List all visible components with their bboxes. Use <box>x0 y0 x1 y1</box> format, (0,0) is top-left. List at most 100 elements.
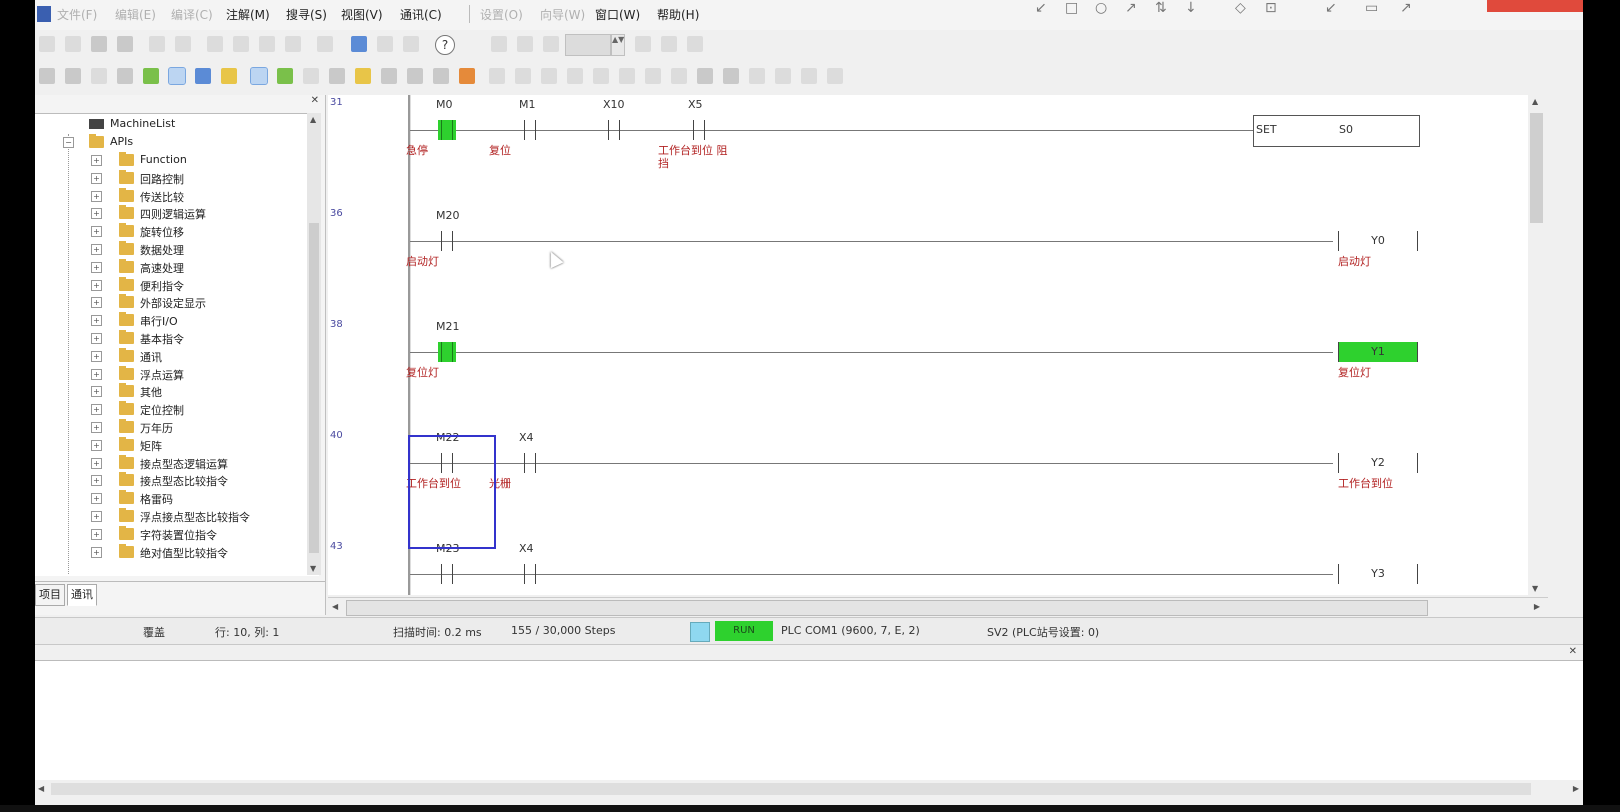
ladder-tool-29-icon[interactable] <box>775 68 791 84</box>
coil-y2[interactable]: Y2 <box>1338 453 1418 473</box>
ladder-tool-12-icon[interactable] <box>329 68 345 84</box>
expand-icon[interactable]: + <box>91 493 102 505</box>
menu-settings[interactable]: 设置(O) <box>480 6 523 23</box>
output-horizontal-scrollbar[interactable]: ◀ ▶ <box>35 780 1583 798</box>
expand-icon[interactable]: + <box>91 155 102 166</box>
title-icon-6[interactable]: ↓ <box>1185 0 1197 16</box>
scroll-right-icon[interactable]: ▶ <box>1573 784 1579 793</box>
expand-icon[interactable]: + <box>91 226 102 238</box>
title-icon-3[interactable]: ○ <box>1095 0 1107 16</box>
arrow-icon[interactable]: ↗ <box>1400 0 1412 16</box>
expand-icon[interactable]: + <box>91 172 102 184</box>
tree-node-folder[interactable]: + 高速处理 <box>35 258 315 276</box>
ladder-horizontal-scrollbar[interactable]: ◀ ▶ <box>328 597 1548 616</box>
print-icon[interactable] <box>117 36 133 52</box>
tool-c-icon[interactable] <box>543 36 559 52</box>
contact-m23[interactable] <box>438 564 456 584</box>
tree-node-folder[interactable]: + 其他 <box>35 383 315 400</box>
expand-icon[interactable]: + <box>91 386 102 398</box>
ladder-vertical-scrollbar[interactable]: ▲ ▼ <box>1528 95 1545 595</box>
redo-icon[interactable] <box>175 36 191 52</box>
tree-node-folder[interactable]: + 绝对值型比较指令 <box>35 543 315 561</box>
ladder-tool-18-icon[interactable] <box>489 68 505 84</box>
scroll-left-icon[interactable]: ◀ <box>38 784 44 793</box>
contact-x4[interactable] <box>521 564 539 584</box>
collapse-icon[interactable]: − <box>63 137 74 148</box>
ladder-tool-8-icon[interactable] <box>221 68 237 84</box>
ladder-tool-15-icon[interactable] <box>407 68 423 84</box>
ladder-tool-26-icon[interactable] <box>697 68 713 84</box>
menu-view[interactable]: 视图(V) <box>341 6 383 23</box>
menu-search[interactable]: 搜寻(S) <box>286 6 327 23</box>
undo-icon[interactable] <box>149 36 165 52</box>
expand-icon[interactable]: + <box>91 368 102 380</box>
expand-icon[interactable]: + <box>91 439 102 451</box>
ladder-tool-7-icon[interactable] <box>195 68 211 84</box>
title-icon-4[interactable]: ↗ <box>1125 0 1137 16</box>
coil-y1[interactable]: Y1 <box>1338 342 1418 362</box>
contact-m0[interactable] <box>438 120 456 140</box>
expand-icon[interactable]: + <box>91 475 102 487</box>
tree-node-folder[interactable]: + 接点型态逻辑运算 <box>35 454 315 472</box>
ladder-tool-3-icon[interactable] <box>91 68 107 84</box>
title-icon-1[interactable]: ↙ <box>1035 0 1047 16</box>
tree-node-folder[interactable]: + 字符装置位指令 <box>35 525 315 543</box>
tree-node-folder[interactable]: + Function <box>35 152 315 169</box>
sort-icon[interactable] <box>317 36 333 52</box>
expand-icon[interactable]: + <box>91 350 102 362</box>
contact-x10[interactable] <box>605 120 623 140</box>
ladder-tool-27-icon[interactable] <box>723 68 739 84</box>
coil-y0[interactable]: Y0 <box>1338 231 1418 251</box>
tree-node-folder[interactable]: + 旋转位移 <box>35 223 315 240</box>
tree-node-folder[interactable]: + 定位控制 <box>35 401 315 418</box>
menu-communication[interactable]: 通讯(C) <box>400 6 442 23</box>
ladder-editor[interactable]: 31 M0 急停 M1 复位 X10 X5 工作台到位 阻挡 SET S0 36 M20 启动灯 Y0 启动… <box>328 95 1528 595</box>
scroll-down-icon[interactable]: ▼ <box>310 564 316 573</box>
menu-help[interactable]: 帮助(H) <box>657 6 699 23</box>
restore-icon[interactable]: ▭ <box>1365 0 1378 16</box>
ladder-tool-11-icon[interactable] <box>303 68 319 84</box>
new-file-icon[interactable] <box>39 36 55 52</box>
tree-node-folder[interactable]: + 基本指令 <box>35 330 315 347</box>
menu-compile[interactable]: 编译(C) <box>171 6 213 23</box>
expand-icon[interactable]: + <box>91 422 102 433</box>
tree-node-folder[interactable]: + 传送比较 <box>35 187 315 205</box>
tree-node-folder[interactable]: + 回路控制 <box>35 169 315 187</box>
tree-node-folder[interactable]: + 数据处理 <box>35 241 315 258</box>
coil-y3[interactable]: Y3 <box>1338 564 1418 584</box>
contact-x4[interactable] <box>521 453 539 473</box>
scroll-left-icon[interactable]: ◀ <box>332 602 338 611</box>
ladder-tool-24-icon[interactable] <box>645 68 661 84</box>
expand-icon[interactable]: + <box>91 315 102 327</box>
ladder-tool-20-icon[interactable] <box>541 68 557 84</box>
title-icon-8[interactable]: ⊡ <box>1265 0 1277 16</box>
ladder-tool-1-icon[interactable] <box>39 68 55 84</box>
tool-a-icon[interactable] <box>491 36 507 52</box>
cut-icon[interactable] <box>207 36 223 52</box>
tab-project[interactable]: 项目 <box>35 584 65 606</box>
zoom-combo[interactable] <box>565 34 611 56</box>
paste-icon[interactable] <box>259 36 275 52</box>
tree-node-folder[interactable]: + 外部设定显示 <box>35 294 315 311</box>
zoom-spinner[interactable]: ▲▼ <box>611 34 625 56</box>
tool-d-icon[interactable] <box>635 36 651 52</box>
tree-node-folder[interactable]: + 万年历 <box>35 419 315 436</box>
ladder-vscroll-thumb[interactable] <box>1530 113 1543 223</box>
tree-node-apis[interactable]: − APIs <box>35 134 315 151</box>
tool-e-icon[interactable] <box>661 36 677 52</box>
tree-node-folder[interactable]: + 串行I/O <box>35 312 315 329</box>
output-close-icon[interactable]: ✕ <box>1569 646 1577 657</box>
ladder-tool-30-icon[interactable] <box>801 68 817 84</box>
expand-icon[interactable]: + <box>91 297 102 309</box>
ladder-tool-19-icon[interactable] <box>515 68 531 84</box>
ladder-tool-22-icon[interactable] <box>593 68 609 84</box>
expand-icon[interactable]: + <box>91 279 102 291</box>
copy-icon[interactable] <box>233 36 249 52</box>
menu-edit[interactable]: 编辑(E) <box>115 6 156 23</box>
menu-file[interactable]: 文件(F) <box>57 6 97 23</box>
tree-node-folder[interactable]: + 通讯 <box>35 347 315 365</box>
ladder-tool-2-icon[interactable] <box>65 68 81 84</box>
save-icon[interactable] <box>91 36 107 52</box>
tree-node-folder[interactable]: + 浮点运算 <box>35 365 315 383</box>
expand-icon[interactable]: + <box>91 404 102 416</box>
